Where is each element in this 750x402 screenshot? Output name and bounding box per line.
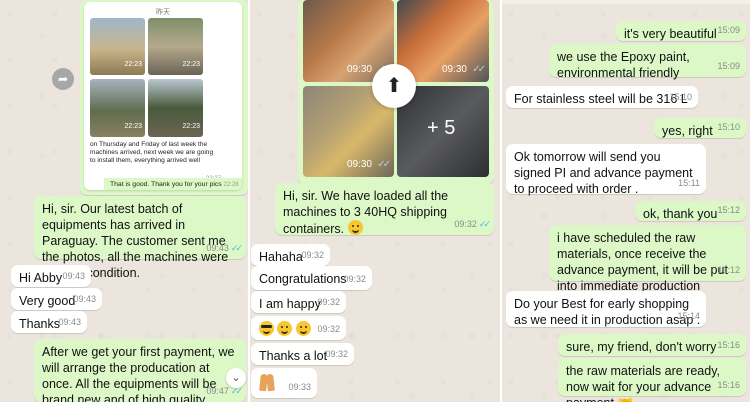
upload-icon[interactable]: ⬆ [372, 64, 416, 108]
message-hahaha[interactable]: Hahaha 09:32 [251, 244, 330, 266]
photo-time: 09:30 [441, 64, 467, 75]
message-ok-thank-you[interactable]: ok, thank you 15:12 [635, 201, 746, 221]
message-dont-worry[interactable]: sure, my friend, don't worry 15:16 [558, 334, 746, 356]
read-ticks-icon: ✓✓ [230, 243, 243, 253]
forwarded-screenshot-bubble[interactable]: 昨天 22:23 22:23 22:23 22:23 on Thursday a… [80, 0, 248, 195]
message-text: yes, right [662, 124, 713, 138]
message-time: 09:43 [62, 271, 85, 281]
nested-photo-4[interactable]: 22:23 [148, 79, 203, 137]
chat-panel-order: it's very beautiful 15:09 we use the Epo… [502, 0, 750, 402]
nested-chat-screenshot[interactable]: 昨天 22:23 22:23 22:23 22:23 on Thursday a… [84, 2, 242, 190]
message-time: 09:32 [325, 349, 348, 359]
message-text: ok, thank you [643, 207, 718, 221]
nested-reply-bubble: That is good. Thank you for your pics 22… [104, 178, 242, 190]
message-early-shopping[interactable]: Do your Best for early shopping as we ne… [506, 291, 706, 327]
scroll-down-chevron-icon[interactable]: ⌄ [226, 368, 246, 388]
message-text: Hahaha [259, 250, 303, 264]
message-text: i have scheduled the raw materials, once… [557, 231, 728, 293]
grin-emoji-icon [277, 321, 293, 336]
message-stainless-steel[interactable]: For stainless steel will be 316 L 15:10 [506, 86, 698, 108]
message-epoxy-paint[interactable]: we use the Epoxy paint, environmental fr… [549, 44, 746, 80]
photo-album-bubble[interactable]: 09:30 ✓✓ 09:30 ✓✓ 09:30 ✓✓ + 5 ⬆ [298, 0, 494, 184]
photo-time: 22:23 [182, 61, 200, 68]
message-loaded-containers[interactable]: Hi, sir. We have loaded all the machines… [275, 183, 494, 236]
message-yes-right[interactable]: yes, right 15:10 [654, 118, 746, 138]
message-text: Do your Best for early shopping as we ne… [514, 297, 701, 327]
message-time: 15:09 [717, 61, 740, 71]
photo-time: 09:30 [346, 64, 372, 75]
message-time: 09:32 [317, 324, 340, 334]
photo-time: 22:23 [182, 123, 200, 130]
message-time: 15:12 [717, 205, 740, 215]
message-very-beautiful[interactable]: it's very beautiful 15:09 [616, 21, 746, 41]
message-time: 15:16 [717, 340, 740, 350]
message-thanks[interactable]: Thanks 09:43 [11, 311, 87, 333]
nested-photo-1[interactable]: 22:23 [90, 18, 145, 75]
handshake-emoji-icon: 🤝 [617, 396, 633, 402]
message-time: 09:43 [73, 294, 96, 304]
message-time: 15:11 [678, 178, 700, 188]
message-time: 15:12 [717, 265, 740, 275]
message-text: Thanks [19, 317, 60, 331]
message-raw-materials-scheduled[interactable]: i have scheduled the raw materials, once… [549, 225, 746, 293]
read-ticks-icon: ✓✓ [377, 159, 391, 170]
photo-time: 22:23 [124, 61, 142, 68]
message-hi-abby[interactable]: Hi Abby 09:43 [11, 265, 91, 287]
grin-emoji-icon [295, 321, 311, 336]
message-signed-pi[interactable]: Ok tomorrow will send you signed PI and … [506, 144, 706, 196]
message-text: we use the Epoxy paint, environmental fr… [557, 50, 690, 80]
message-thanks-a-lot[interactable]: Thanks a lot 09:32 [251, 343, 354, 365]
message-text: Thanks a lot [259, 349, 328, 363]
message-congratulations[interactable]: Congratulations 09:32 [251, 266, 372, 290]
message-i-am-happy[interactable]: I am happy 09:32 [251, 291, 346, 313]
message-time: 15:10 [669, 92, 692, 102]
message-time: 15:10 [717, 122, 740, 132]
chat-panel-paraguay: 昨天 22:23 22:23 22:23 22:23 on Thursday a… [0, 0, 248, 402]
sunglasses-emoji-icon [259, 321, 274, 336]
forward-share-icon[interactable]: ➦ [52, 68, 74, 90]
message-meta: 09:32 ✓✓ [454, 219, 491, 229]
message-time: 09:32 [343, 274, 366, 284]
message-text: For stainless steel will be 316 L [514, 92, 688, 106]
read-ticks-icon: ✓✓ [478, 219, 491, 229]
smile-emoji-icon [347, 220, 363, 235]
message-text: Very good [19, 294, 76, 308]
album-photo-2[interactable]: 09:30 ✓✓ [397, 0, 489, 82]
message-very-good[interactable]: Very good 09:43 [11, 288, 102, 310]
photo-time: 09:30 [346, 159, 372, 170]
nested-photo-2[interactable]: 22:23 [148, 18, 203, 75]
message-text: Hi Abby [19, 271, 63, 285]
message-text: it's very beautiful [624, 27, 717, 41]
nested-photo-3[interactable]: 22:23 [90, 79, 145, 137]
message-time: 09:32 [301, 250, 324, 260]
message-text: Congratulations [259, 272, 347, 286]
message-text: sure, my friend, don't worry [566, 340, 717, 354]
chat-panel-containers: 09:30 ✓✓ 09:30 ✓✓ 09:30 ✓✓ + 5 ⬆ Hi, sir. W… [250, 0, 500, 402]
message-time: 09:43 [58, 317, 81, 327]
message-time: 09:33 [288, 382, 311, 392]
message-payment[interactable]: After we get your first payment, we will… [34, 339, 246, 402]
message-raw-materials-ready[interactable]: the raw materials are ready, now wait fo… [558, 358, 746, 402]
message-time: 09:32 [317, 297, 340, 307]
folded-hands-emoji-icon [259, 373, 275, 391]
message-time: 15:14 [677, 311, 700, 321]
read-ticks-icon: ✓✓ [472, 64, 486, 75]
message-time: 15:16 [717, 380, 740, 390]
more-photos-count: + 5 [427, 117, 456, 139]
message-emoji-reaction[interactable]: 09:32 [251, 316, 346, 340]
message-meta: 09:43 ✓✓ [206, 243, 243, 253]
message-pray-emoji[interactable]: 09:33 [251, 368, 317, 398]
top-divider [502, 0, 750, 4]
message-text: Ok tomorrow will send you signed PI and … [514, 150, 693, 196]
message-text: I am happy [259, 297, 321, 311]
message-latest-batch[interactable]: Hi, sir. Our latest batch of equipments … [34, 196, 246, 280]
photo-time: 22:23 [124, 123, 142, 130]
message-time: 15:09 [717, 25, 740, 35]
nested-message-text: on Thursday and Friday of last week the … [90, 141, 214, 164]
